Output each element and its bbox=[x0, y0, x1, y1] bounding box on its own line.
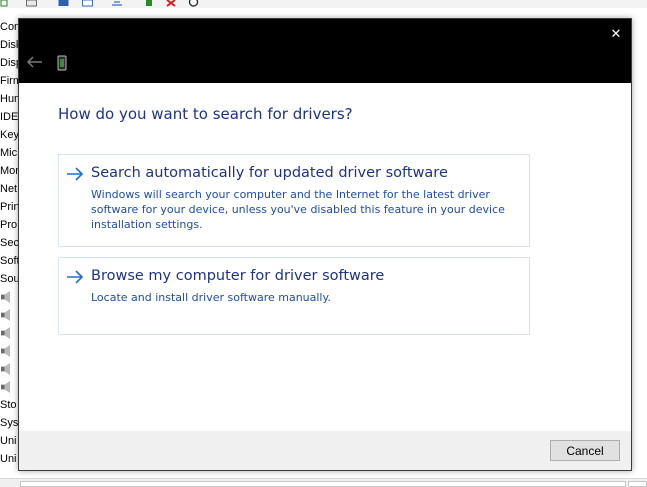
audio-device-item[interactable] bbox=[0, 324, 20, 342]
properties-icon[interactable] bbox=[26, 0, 37, 7]
browse-computer-option[interactable]: Browse my computer for driver software L… bbox=[58, 257, 530, 335]
audio-device-item[interactable] bbox=[0, 288, 20, 306]
cancel-button[interactable]: Cancel bbox=[550, 440, 620, 461]
back-arrow-icon[interactable] bbox=[25, 55, 43, 69]
category-item[interactable]: Mic bbox=[0, 144, 20, 162]
help-icon[interactable] bbox=[58, 0, 69, 7]
category-item[interactable]: Soft bbox=[0, 252, 20, 270]
option-description: Windows will search your computer and th… bbox=[91, 188, 505, 231]
enable-device-icon[interactable] bbox=[144, 0, 155, 7]
speaker-icon bbox=[1, 381, 10, 393]
option-title: Browse my computer for driver software bbox=[91, 268, 385, 284]
search-automatically-option[interactable]: Search automatically for updated driver … bbox=[58, 154, 530, 247]
update-driver-icon[interactable] bbox=[82, 0, 93, 7]
dialog-footer: Cancel bbox=[19, 431, 631, 470]
speaker-icon bbox=[1, 363, 10, 375]
speaker-icon bbox=[1, 345, 10, 357]
audio-device-item[interactable] bbox=[0, 360, 20, 378]
category-item[interactable]: Sec bbox=[0, 234, 20, 252]
category-item[interactable]: Syst bbox=[0, 414, 20, 432]
category-item[interactable]: Sto bbox=[0, 396, 20, 414]
device-category-list: Com Disk Disp Firm Hum IDE Key Mic Mon N… bbox=[0, 18, 20, 468]
speaker-icon bbox=[1, 309, 10, 321]
category-item[interactable]: Key bbox=[0, 126, 20, 144]
category-item[interactable]: Com bbox=[0, 18, 20, 36]
status-bar-field bbox=[20, 481, 626, 487]
category-item[interactable]: Sou bbox=[0, 270, 20, 288]
uninstall-icon[interactable] bbox=[166, 0, 177, 7]
close-button[interactable]: ✕ bbox=[601, 19, 631, 49]
category-item[interactable]: Uni bbox=[0, 432, 20, 450]
option-title: Search automatically for updated driver … bbox=[91, 165, 448, 181]
device-manager-toolbar bbox=[0, 0, 647, 8]
toolbar-edge-icon[interactable] bbox=[0, 0, 11, 7]
device-icon bbox=[57, 55, 67, 71]
close-icon: ✕ bbox=[610, 26, 622, 42]
scan-hardware-icon[interactable] bbox=[112, 0, 123, 7]
background-right-pane bbox=[631, 18, 647, 487]
disable-icon[interactable] bbox=[188, 0, 199, 7]
category-item[interactable]: Disp bbox=[0, 54, 20, 72]
speaker-icon bbox=[1, 327, 10, 339]
category-item[interactable]: Hum bbox=[0, 90, 20, 108]
audio-device-item[interactable] bbox=[0, 342, 20, 360]
category-item[interactable]: Disk bbox=[0, 36, 20, 54]
audio-device-item[interactable] bbox=[0, 306, 20, 324]
audio-device-item[interactable] bbox=[0, 378, 20, 396]
category-item[interactable]: Mon bbox=[0, 162, 20, 180]
category-item[interactable]: Uni bbox=[0, 450, 20, 468]
category-item[interactable]: IDE bbox=[0, 108, 20, 126]
category-item[interactable]: Prin bbox=[0, 198, 20, 216]
arrow-right-icon bbox=[67, 167, 84, 181]
speaker-icon bbox=[1, 291, 10, 303]
update-drivers-dialog: ✕ How do you want to search for drivers?… bbox=[18, 18, 632, 471]
status-bar-grip bbox=[628, 481, 647, 487]
arrow-right-icon bbox=[67, 270, 84, 284]
category-item[interactable]: Pro bbox=[0, 216, 20, 234]
category-item[interactable]: Firm bbox=[0, 72, 20, 90]
dialog-heading: How do you want to search for drivers? bbox=[58, 105, 353, 123]
dialog-title-bar: ✕ bbox=[19, 19, 631, 83]
option-description: Locate and install driver software manua… bbox=[91, 291, 331, 304]
category-item[interactable]: Net bbox=[0, 180, 20, 198]
